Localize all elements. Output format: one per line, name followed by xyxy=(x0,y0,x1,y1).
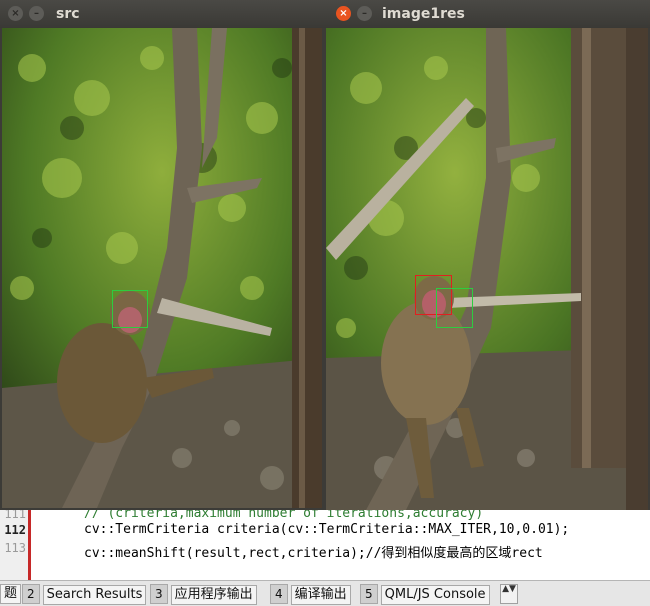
close-icon[interactable]: × xyxy=(8,6,23,21)
line-number: 112 xyxy=(4,523,26,537)
tab-qml-js-console[interactable]: 5 QML/JS Console xyxy=(360,584,490,605)
change-marker xyxy=(28,500,31,580)
result-image xyxy=(326,28,648,510)
code-line-113[interactable]: cv::meanShift(result,rect,criteria);//得到… xyxy=(84,542,543,561)
src-image xyxy=(2,28,322,508)
src-window[interactable]: × – src xyxy=(0,0,324,510)
window-title: image1res xyxy=(382,6,465,22)
code-editor[interactable]: 111 112 113 // (criteria,maximum number … xyxy=(0,500,650,580)
image1res-window[interactable]: × – image1res xyxy=(324,0,650,510)
tab-application-output[interactable]: 3 应用程序输出 xyxy=(150,584,257,605)
tab-label: Search Results xyxy=(42,585,147,605)
meanshift-result-box xyxy=(436,288,473,328)
tab-label: 编译输出 xyxy=(290,585,351,605)
line-number-gutter: 111 112 113 xyxy=(0,500,31,580)
tab-number: 2 xyxy=(22,584,40,604)
tab-number: 5 xyxy=(360,584,378,604)
close-icon[interactable]: × xyxy=(336,6,351,21)
tab-number: 4 xyxy=(270,584,288,604)
tab-compile-output[interactable]: 4 编译输出 xyxy=(270,584,351,605)
output-pane-bar: 题 2 Search Results 3 应用程序输出 4 编译输出 5 QML/JS … xyxy=(0,580,650,606)
tab-label: 应用程序输出 xyxy=(170,585,257,605)
pane-selector-arrows[interactable]: ▲▼ xyxy=(500,584,518,604)
tab-label: 题 xyxy=(0,584,22,604)
minimize-icon[interactable]: – xyxy=(29,6,44,21)
tab-label: QML/JS Console xyxy=(380,585,490,605)
line-number: 113 xyxy=(4,541,26,555)
window-title: src xyxy=(56,6,80,22)
tracking-box xyxy=(112,290,148,328)
tab-search-results[interactable]: 2 Search Results xyxy=(22,584,147,605)
minimize-icon[interactable]: – xyxy=(357,6,372,21)
code-line-112[interactable]: cv::TermCriteria criteria(cv::TermCriter… xyxy=(84,522,569,537)
tab-issues[interactable]: 题 xyxy=(0,584,22,604)
tab-number: 3 xyxy=(150,584,168,604)
window-titlebar[interactable]: × – image1res xyxy=(324,0,650,28)
window-titlebar[interactable]: × – src xyxy=(0,0,324,28)
